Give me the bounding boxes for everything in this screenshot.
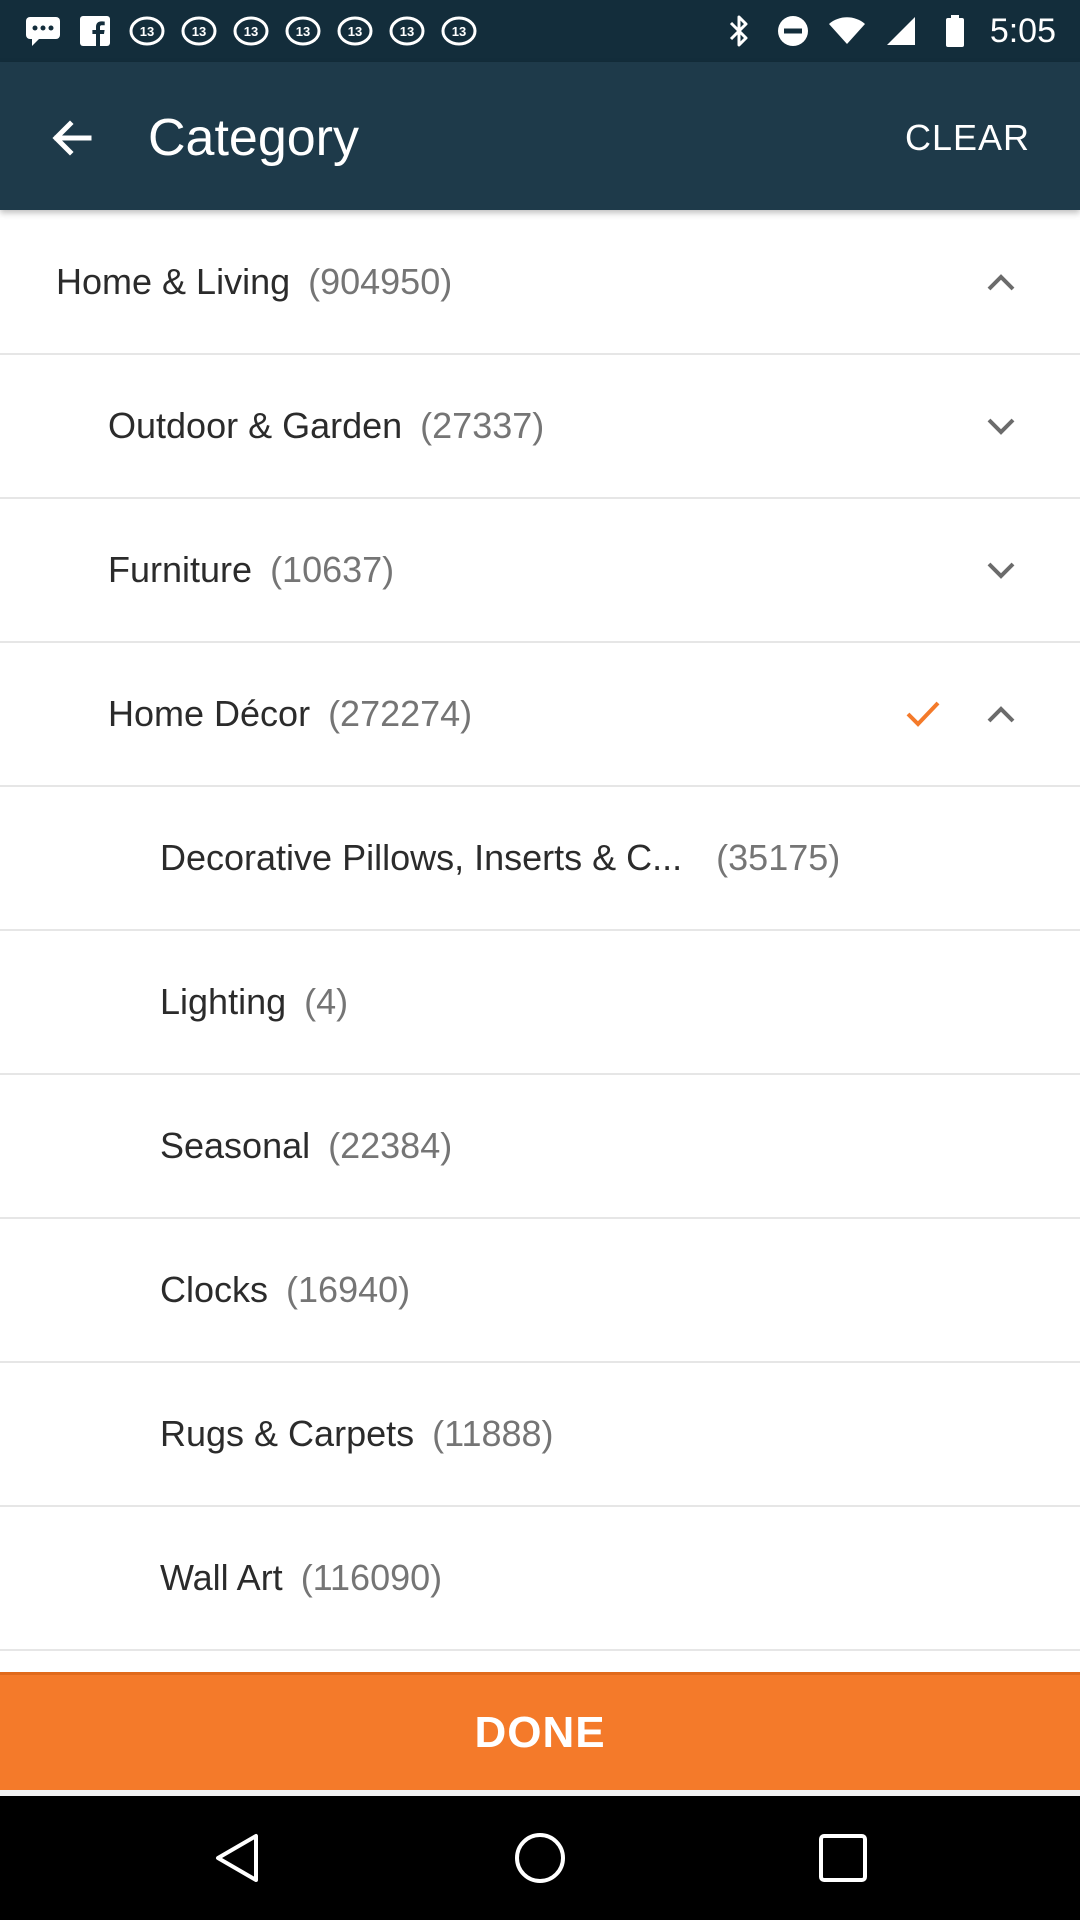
svg-text:13: 13 — [192, 24, 206, 39]
category-label: Decorative Pillows, Inserts & C... (35175… — [160, 787, 840, 929]
signal-icon — [882, 14, 920, 48]
category-label: Seasonal (22384) — [160, 1075, 452, 1217]
page-title: Category — [148, 109, 359, 167]
category-name: Home Décor — [108, 693, 311, 734]
status-notifications: 13 13 13 13 13 13 13 — [24, 14, 478, 48]
category-count: (4) — [304, 981, 349, 1022]
nav-back-icon[interactable] — [210, 1830, 266, 1886]
category-row-lighting[interactable]: Lighting (4) — [0, 931, 1080, 1075]
category-row-wall-art[interactable]: Wall Art (116090) — [0, 1507, 1080, 1651]
category-count: (35175) — [716, 837, 841, 878]
category-label: Wall Art (116090) — [160, 1507, 442, 1649]
chevron-up-icon[interactable] — [978, 691, 1024, 737]
category-name: Clocks — [160, 1269, 269, 1310]
chevron-down-icon[interactable] — [978, 403, 1024, 449]
category-count: (16940) — [286, 1269, 411, 1310]
chevron-down-icon[interactable] — [978, 547, 1024, 593]
message-icon — [24, 14, 62, 48]
abc13-icon: 13 — [336, 14, 374, 48]
arrow-left-icon — [52, 120, 92, 156]
abc13-icon: 13 — [128, 14, 166, 48]
category-label: Home Décor (272274) — [108, 643, 472, 785]
done-button[interactable]: DONE — [0, 1672, 1080, 1790]
nav-home-icon[interactable] — [512, 1830, 568, 1886]
svg-text:13: 13 — [348, 24, 362, 39]
abc13-icon: 13 — [284, 14, 322, 48]
category-label: Clocks (16940) — [160, 1219, 410, 1361]
clear-button[interactable]: CLEAR — [905, 114, 1030, 162]
battery-icon — [936, 14, 974, 48]
category-name: Outdoor & Garden — [108, 405, 403, 446]
category-count: (22384) — [328, 1125, 453, 1166]
category-name: Home & Living — [56, 261, 291, 302]
category-count: (904950) — [308, 261, 453, 302]
category-row-decorative-pillows[interactable]: Decorative Pillows, Inserts & C... (35175… — [0, 787, 1080, 931]
category-row-rugs-carpets[interactable]: Rugs & Carpets (11888) — [0, 1363, 1080, 1507]
app-bar: Category CLEAR — [0, 62, 1080, 210]
abc13-icon: 13 — [232, 14, 270, 48]
category-name: Seasonal — [160, 1125, 311, 1166]
category-name: Decorative Pillows, Inserts & C... — [160, 837, 683, 878]
category-label: Furniture (10637) — [108, 499, 394, 641]
category-row-furniture[interactable]: Furniture (10637) — [0, 499, 1080, 643]
abc13-icon: 13 — [180, 14, 218, 48]
category-list: Home & Living (904950) Outdoor & Garden (2… — [0, 211, 1080, 1651]
back-button[interactable] — [40, 106, 104, 170]
category-label: Lighting (4) — [160, 931, 348, 1073]
svg-text:13: 13 — [244, 24, 258, 39]
category-count: (11888) — [432, 1413, 554, 1454]
category-name: Wall Art — [160, 1557, 283, 1598]
category-name: Furniture — [108, 549, 253, 590]
navigation-bar — [0, 1796, 1080, 1920]
category-label: Rugs & Carpets (11888) — [160, 1363, 554, 1505]
category-row-outdoor-garden[interactable]: Outdoor & Garden (27337) — [0, 355, 1080, 499]
svg-text:13: 13 — [140, 24, 154, 39]
svg-text:13: 13 — [452, 24, 466, 39]
do-not-disturb-icon — [774, 14, 812, 48]
svg-text:13: 13 — [400, 24, 414, 39]
abc13-icon: 13 — [440, 14, 478, 48]
category-row-home-decor[interactable]: Home Décor (272274) — [0, 643, 1080, 787]
status-time: 5:05 — [989, 11, 1056, 50]
chevron-up-icon[interactable] — [978, 259, 1024, 305]
category-name: Lighting — [160, 981, 287, 1022]
status-bar: 13 13 13 13 13 13 13 5:05 — [0, 0, 1080, 62]
category-row-home-living[interactable]: Home & Living (904950) — [0, 211, 1080, 355]
status-system: 5:05 — [720, 12, 1056, 51]
svg-text:13: 13 — [296, 24, 310, 39]
category-count: (10637) — [270, 549, 395, 590]
category-label: Home & Living (904950) — [56, 211, 452, 353]
nav-recents-icon[interactable] — [815, 1830, 871, 1886]
category-row-seasonal[interactable]: Seasonal (22384) — [0, 1075, 1080, 1219]
facebook-icon — [76, 14, 114, 48]
category-row-clocks[interactable]: Clocks (16940) — [0, 1219, 1080, 1363]
wifi-icon — [828, 14, 866, 48]
category-count: (272274) — [328, 693, 473, 734]
bluetooth-icon — [720, 14, 758, 48]
abc13-icon: 13 — [388, 14, 426, 48]
checkmark-icon — [900, 691, 946, 737]
category-label: Outdoor & Garden (27337) — [108, 355, 544, 497]
category-count: (27337) — [420, 405, 545, 446]
category-count: (116090) — [300, 1557, 443, 1598]
category-name: Rugs & Carpets — [160, 1413, 415, 1454]
